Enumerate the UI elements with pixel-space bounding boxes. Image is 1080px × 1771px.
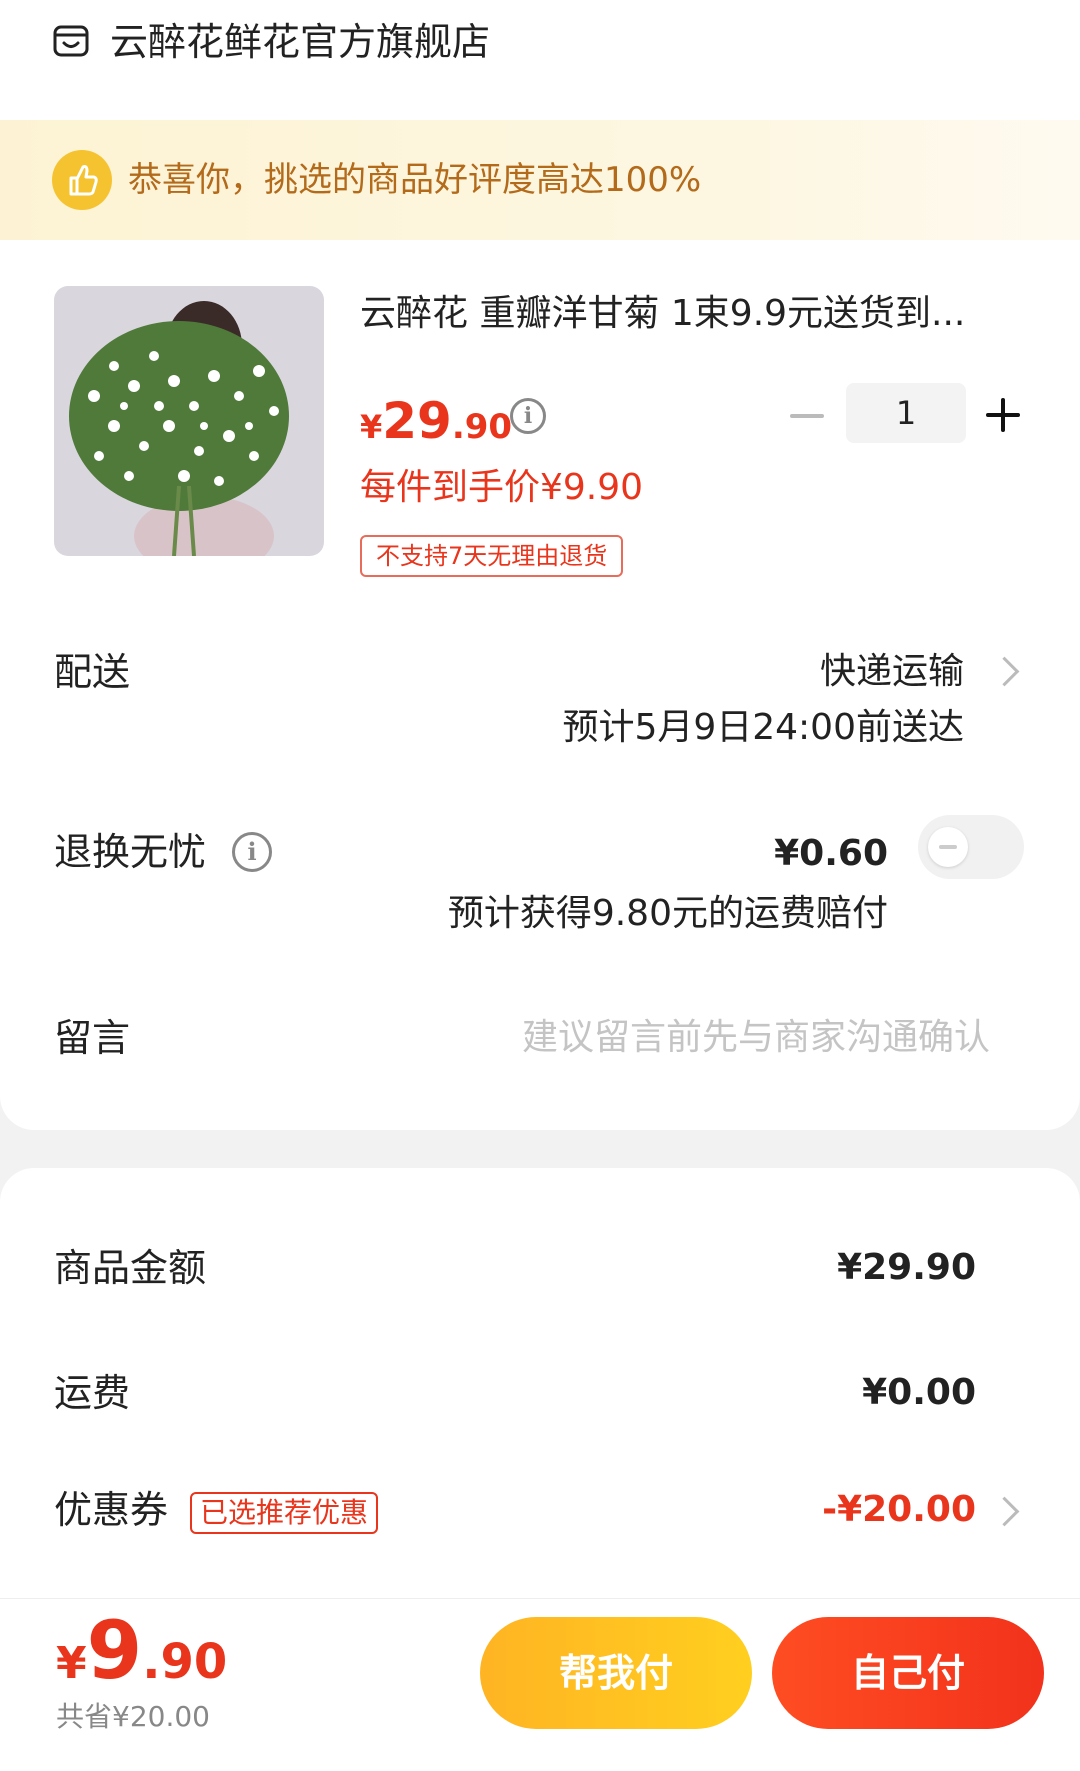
store-name[interactable]: 云醉花鲜花官方旗舰店 [110, 14, 490, 70]
price-symbol: ¥ [360, 408, 383, 446]
saved-amount: 共省¥20.00 [56, 1700, 210, 1733]
total-decimal: .90 [142, 1634, 228, 1690]
quantity-decrease-button[interactable] [790, 400, 824, 432]
goods-amount-label: 商品金额 [54, 1246, 207, 1290]
quantity-increase-button[interactable] [986, 398, 1020, 432]
delivery-eta: 预计5月9日24:00前送达 [562, 707, 964, 748]
price-info-icon[interactable]: i [510, 398, 546, 434]
product-image[interactable] [54, 286, 324, 556]
price-decimal: .90 [451, 407, 513, 447]
help-me-pay-button[interactable]: 帮我付 [480, 1617, 752, 1729]
coupon-label: 优惠券 [54, 1488, 169, 1532]
return-insurance-desc: 预计获得9.80元的运费赔付 [447, 893, 888, 934]
total-price: ¥9.90 [56, 1604, 227, 1697]
shipping-label: 运费 [54, 1371, 131, 1415]
message-label: 留言 [54, 1016, 131, 1060]
return-insurance-label: 退换无忧 [54, 830, 207, 874]
total-integer: 9 [86, 1604, 143, 1697]
delivery-label: 配送 [54, 650, 131, 694]
return-insurance-price: ¥0.60 [774, 833, 888, 874]
total-symbol: ¥ [56, 1638, 87, 1689]
message-input[interactable]: 建议留言前先与商家沟通确认 [522, 1010, 990, 1066]
banner-text: 恭喜你，挑选的商品好评度高达100% [128, 160, 702, 200]
pay-myself-button[interactable]: 自己付 [772, 1617, 1044, 1729]
coupon-value[interactable]: -¥20.00 [822, 1482, 976, 1538]
shipping-value: ¥0.00 [862, 1372, 976, 1413]
thumbs-up-icon [52, 150, 112, 210]
coupon-recommended-tag: 已选推荐优惠 [190, 1492, 379, 1534]
price-integer: 29 [382, 392, 452, 450]
return-info-icon[interactable]: i [232, 832, 272, 872]
per-item-price: 每件到手价¥9.90 [360, 467, 644, 508]
goods-amount-value: ¥29.90 [837, 1247, 976, 1288]
store-icon [53, 25, 89, 57]
product-title[interactable]: 云醉花 重瓣洋甘菊 1束9.9元送货到... [360, 288, 1010, 340]
delivery-method[interactable]: 快递运输 [820, 644, 964, 700]
no-return-tag: 不支持7天无理由退货 [360, 535, 624, 577]
product-price: ¥29.90 [360, 392, 512, 450]
quantity-input[interactable]: 1 [846, 383, 966, 443]
toggle-knob [928, 827, 968, 867]
